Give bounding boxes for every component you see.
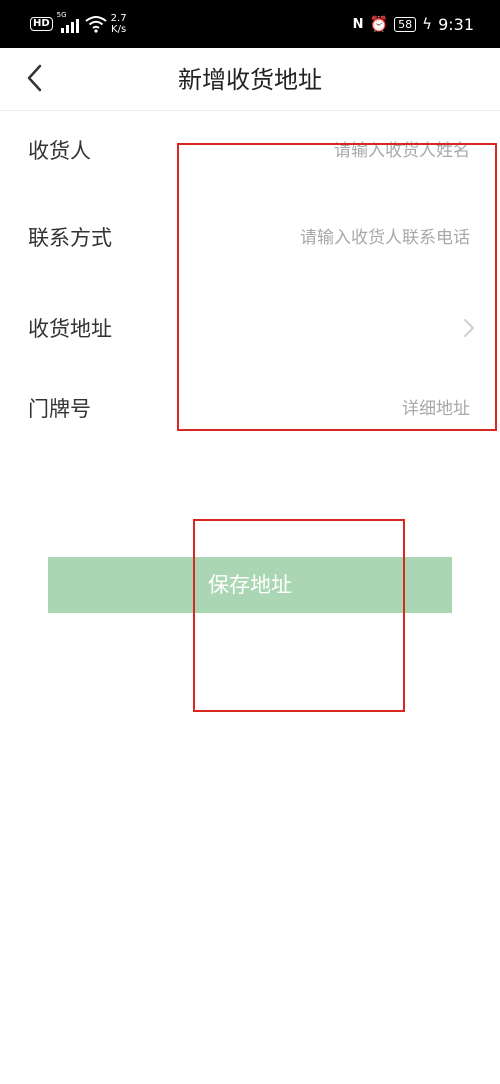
status-left: HD 5G 2.7 K/s (30, 0, 127, 48)
page-title: 新增收货地址 (178, 66, 322, 94)
alarm-icon: ⏰ (369, 15, 389, 33)
annotation-box-button (193, 519, 405, 712)
annotation-box-form (177, 143, 497, 431)
charging-icon: ϟ (422, 15, 433, 33)
header: 新增收货地址 (0, 48, 500, 111)
nfc-icon: N (352, 16, 364, 32)
network-tag: 5G (56, 11, 67, 19)
hd-badge: HD (30, 17, 53, 31)
signal-icon: 5G (57, 11, 79, 33)
wifi-icon (85, 16, 107, 33)
contact-label: 联系方式 (28, 226, 112, 250)
clock: 9:31 (438, 14, 474, 34)
speed-value: 2.7 (110, 13, 127, 24)
battery-icon: 58 (394, 16, 417, 32)
battery-level: 58 (398, 17, 413, 31)
speed-unit: K/s (111, 24, 127, 35)
house-number-label: 门牌号 (28, 397, 91, 421)
status-right: N ⏰ 58 ϟ 9:31 (353, 0, 474, 48)
receiver-label: 收货人 (28, 139, 91, 163)
address-label: 收货地址 (28, 317, 112, 341)
network-speed: 2.7 K/s (111, 13, 127, 35)
status-bar: HD 5G 2.7 K/s N ⏰ 58 ϟ 9:31 (0, 0, 500, 48)
